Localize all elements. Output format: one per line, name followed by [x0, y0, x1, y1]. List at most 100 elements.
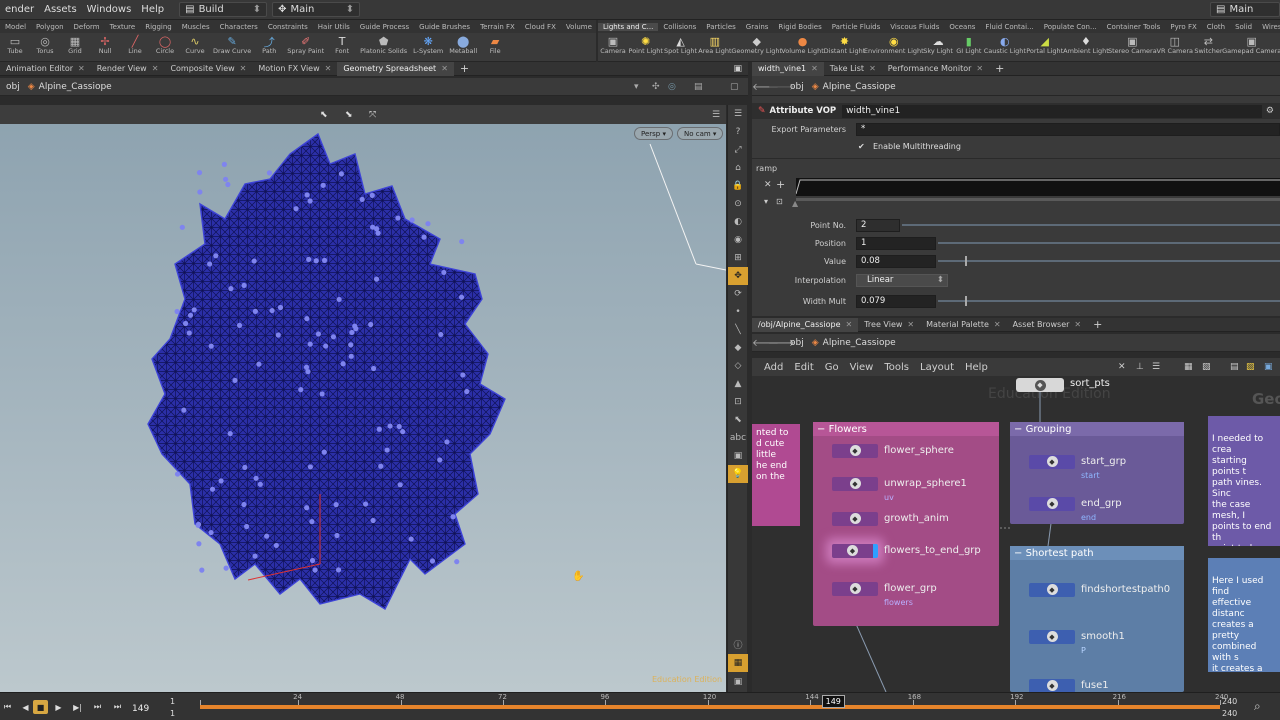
- width-mult-slider[interactable]: [938, 300, 1280, 302]
- shelf-tool-spray-paint[interactable]: ✐ Spray Paint: [284, 33, 327, 61]
- shelf-tool-environment-light[interactable]: ◉ Environment Light: [864, 33, 924, 61]
- network-menu-go[interactable]: Go: [825, 362, 839, 373]
- shelf-tool-spot-light[interactable]: ◭ Spot Light: [663, 33, 697, 61]
- tab-material-palette[interactable]: Material Palette ✕: [920, 318, 1006, 332]
- back-arrow-icon[interactable]: 🡐: [752, 81, 779, 93]
- move-icon[interactable]: ✥: [728, 267, 748, 285]
- play-icon[interactable]: ▶: [51, 700, 66, 714]
- network-menu-help[interactable]: Help: [965, 362, 988, 373]
- multithreading-checkbox[interactable]: ✔: [858, 142, 867, 151]
- shelf-tool-metaball[interactable]: ⬤ Metaball: [446, 33, 480, 61]
- shelf-tool-curve[interactable]: ∿ Curve: [180, 33, 210, 61]
- grid-view-icon[interactable]: ▦: [1184, 362, 1193, 372]
- position-field[interactable]: 1: [856, 236, 936, 250]
- node-unwrap-sphere1[interactable]: ◆ unwrap_sphere1: [832, 476, 967, 491]
- display-icon[interactable]: ▤: [694, 82, 703, 92]
- shelf-tool-gi-light[interactable]: ▮ GI Light: [954, 33, 984, 61]
- sticky-note-grouping[interactable]: I needed to crea starting points t path …: [1208, 416, 1280, 546]
- tab-tree-view[interactable]: Tree View ✕: [858, 318, 920, 332]
- shelf-tool-platonic-solids[interactable]: ⬟ Platonic Solids: [357, 33, 410, 61]
- shelf-tool-font[interactable]: T Font: [327, 33, 357, 61]
- node-name-field[interactable]: width_vine1: [842, 104, 1263, 118]
- shelf-tab-particle-fluids[interactable]: Particle Fluids: [827, 23, 886, 31]
- shelf-tool-path[interactable]: ⤴ Path: [254, 33, 284, 61]
- shelf-tool-ambient-light[interactable]: ♦ Ambient Light: [1063, 33, 1109, 61]
- current-frame-marker[interactable]: 149: [821, 695, 845, 708]
- width-mult-slider-handle[interactable]: [965, 296, 968, 306]
- shelf-tool-circle[interactable]: ◯ Circle: [150, 33, 180, 61]
- menu-windows[interactable]: Windows: [82, 4, 137, 15]
- shelf-tab-lights-and-c[interactable]: Lights and C...: [598, 22, 659, 31]
- add-point-icon[interactable]: +: [776, 178, 785, 191]
- shelf-tool-area-light[interactable]: ▥ Area Light: [698, 33, 732, 61]
- scale-arrows-icon[interactable]: ⤧: [369, 110, 376, 120]
- point-no-field[interactable]: 2: [856, 218, 900, 232]
- snapshot-icon[interactable]: ▣: [728, 673, 748, 691]
- shelf-tab-populate-con[interactable]: Populate Con...: [1039, 23, 1102, 31]
- node-growth-anim[interactable]: ◆ growth_anim: [832, 511, 949, 526]
- shelf-tab-container-tools[interactable]: Container Tools: [1102, 23, 1166, 31]
- network-menu-add[interactable]: Add: [764, 362, 783, 373]
- desktop-selector[interactable]: ▤ Build ⬍: [179, 2, 268, 17]
- value-field[interactable]: 0.08: [856, 254, 936, 268]
- image-icon[interactable]: ▣: [1264, 362, 1273, 372]
- shelf-tab-guide-process[interactable]: Guide Process: [355, 23, 414, 31]
- shelf-tab-cloud-fx[interactable]: Cloud FX: [520, 23, 561, 31]
- shelf-tool-portal-light[interactable]: ◢ Portal Light: [1026, 33, 1064, 61]
- export-parameters-field[interactable]: *: [856, 122, 1280, 136]
- menu-help[interactable]: Help: [136, 4, 169, 15]
- tools-icon[interactable]: ✕: [1118, 362, 1126, 372]
- shelf-tool-grid[interactable]: ▦ Grid: [60, 33, 90, 61]
- shelf-tool-torus[interactable]: ◎ Torus: [30, 33, 60, 61]
- start-frame[interactable]: 1: [170, 697, 175, 706]
- move-arrow-icon[interactable]: ⬊: [345, 110, 353, 120]
- primitive-icon[interactable]: ▲: [728, 375, 748, 393]
- back-arrow-icon[interactable]: 🡐: [752, 337, 779, 349]
- add-tab-icon[interactable]: +: [1093, 318, 1102, 331]
- node-body[interactable]: ◆: [1029, 678, 1075, 692]
- viewport-layout-icon[interactable]: ▦: [728, 654, 748, 672]
- tab-animation-editor[interactable]: Animation Editor ✕: [0, 62, 91, 76]
- node-body[interactable]: ◆: [832, 581, 878, 596]
- delete-point-icon[interactable]: ✕: [764, 180, 772, 190]
- display-options-icon[interactable]: ☰: [728, 105, 748, 123]
- ramp-key-track[interactable]: [796, 198, 1280, 201]
- bulb-icon[interactable]: 💡: [728, 465, 748, 483]
- display-options-icon[interactable]: ☰: [712, 110, 720, 120]
- tab-motion-fx-view[interactable]: Motion FX View ✕: [252, 62, 337, 76]
- node-start-grp[interactable]: ◆ start_grp: [1029, 454, 1126, 469]
- node-flowers-to-end-grp[interactable]: ◆ flowers_to_end_grp: [832, 543, 981, 558]
- context-selector[interactable]: ✥ Main ⬍: [272, 2, 361, 17]
- select-arrow-icon[interactable]: ⬉: [320, 110, 328, 120]
- point-icon[interactable]: •: [728, 303, 748, 321]
- shortest-path-network-box[interactable]: − Shortest path: [1010, 546, 1184, 692]
- shelf-tool-distant-light[interactable]: ✸ Distant Light: [824, 33, 866, 61]
- skip-start-icon[interactable]: ⏮: [0, 700, 15, 714]
- node-body[interactable]: ◆: [1029, 582, 1075, 597]
- point-no-slider[interactable]: [902, 224, 1280, 226]
- menu-render[interactable]: ender: [0, 4, 39, 15]
- layout-icon[interactable]: ▢: [730, 82, 739, 92]
- param-path-geo[interactable]: ◈ Alpine_Cassiope: [812, 82, 896, 92]
- shelf-tool-line[interactable]: ╱ Line: [120, 33, 150, 61]
- shelf-tab-viscous-fluids[interactable]: Viscous Fluids: [885, 23, 944, 31]
- help-icon[interactable]: ?: [728, 123, 748, 141]
- vertex-icon[interactable]: ◇: [728, 357, 748, 375]
- select-icon[interactable]: ⬉: [728, 411, 748, 429]
- timeline-track[interactable]: 24 48 72 96 120 144 168 192 216 240 149: [200, 693, 1228, 716]
- lock-icon[interactable]: 🔒: [728, 177, 748, 195]
- ramp-editor[interactable]: [795, 178, 1280, 196]
- ramp-key-marker[interactable]: ▲: [792, 199, 798, 208]
- node-body[interactable]: ◆: [832, 543, 878, 558]
- node-flower-sphere[interactable]: ◆ flower_sphere: [832, 443, 954, 458]
- param-path-obj[interactable]: obj: [790, 82, 804, 92]
- position-slider[interactable]: [938, 242, 1280, 244]
- network-path-geo[interactable]: ◈ Alpine_Cassiope: [812, 338, 896, 348]
- pin-icon[interactable]: ✣: [652, 82, 660, 92]
- tab-render-view[interactable]: Render View ✕: [91, 62, 165, 76]
- info-icon[interactable]: ⓘ: [728, 635, 748, 653]
- network-menu-edit[interactable]: Edit: [794, 362, 813, 373]
- tab-width-vine[interactable]: width_vine1 ✕: [752, 61, 824, 76]
- node-body[interactable]: ◆: [832, 511, 878, 526]
- tree-icon[interactable]: ⊥: [1136, 362, 1144, 372]
